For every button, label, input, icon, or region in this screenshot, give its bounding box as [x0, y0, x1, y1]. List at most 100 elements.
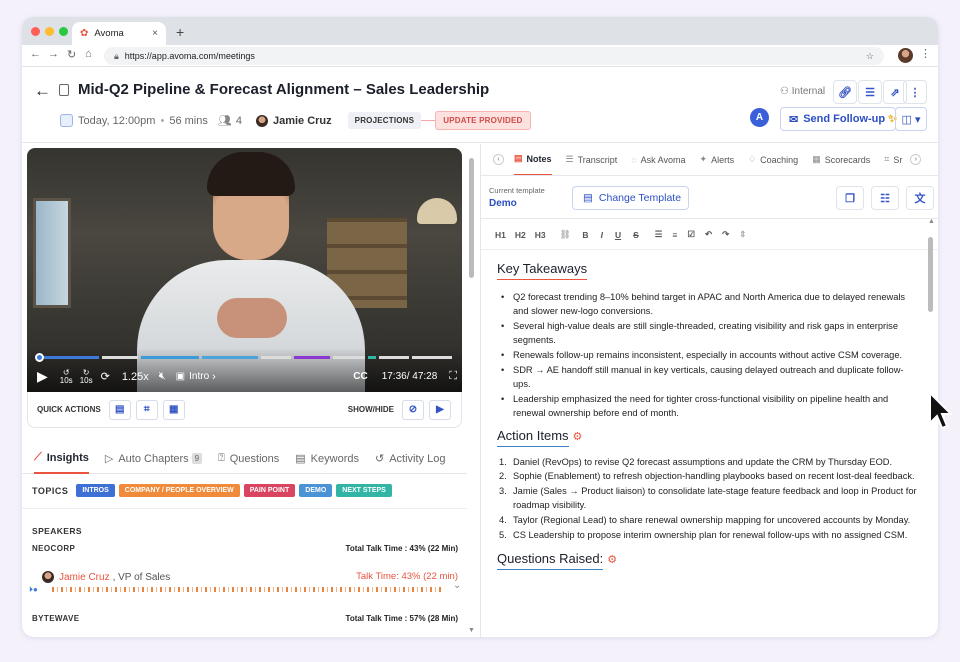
minimize-window-button[interactable] — [45, 27, 54, 36]
address-bar[interactable]: 🔒︎ https://app.avoma.com/meetings ☆ — [104, 47, 884, 65]
italic-icon[interactable]: I — [601, 230, 603, 240]
key-takeaways-list: Q2 forecast trending 8–10% behind target… — [497, 290, 917, 421]
tab-alerts[interactable]: ✦ Alerts — [700, 144, 735, 175]
tab-keywords[interactable]: ▤ Keywords — [295, 444, 359, 474]
browser-tab[interactable]: ✿ Avoma × — [72, 22, 166, 45]
scroll-up-icon[interactable]: ▲ — [928, 218, 935, 225]
tab-activity-log[interactable]: ↺ Activity Log — [375, 444, 445, 474]
speakers-heading: SPEAKERS — [32, 526, 82, 536]
user-avatar[interactable]: A — [750, 108, 769, 127]
skip-forward-button[interactable]: ↻ 10s — [80, 368, 93, 385]
status-chip[interactable]: UPDATE PROVIDED — [435, 111, 531, 130]
chapter-icon: ▣ — [175, 371, 186, 382]
topic-chip[interactable]: NEXT STEPS — [336, 484, 392, 497]
add-note-button[interactable]: ▦ — [162, 399, 185, 420]
skip-back-button[interactable]: ↺ 10s — [60, 368, 73, 385]
notes-scrollbar[interactable] — [928, 237, 933, 312]
tab-ask-avoma[interactable]: ◌ Ask Avoma — [631, 144, 685, 175]
tab-insights[interactable]: ⟋ Insights — [34, 444, 89, 474]
link-icon[interactable]: ⛓ — [560, 229, 571, 240]
scroll-left-icon[interactable]: ‹ — [493, 154, 504, 165]
expand-icon[interactable]: ⇕ — [739, 229, 746, 240]
undo-icon[interactable]: ↶ — [705, 229, 712, 240]
transcript-icon: ☰ — [565, 154, 574, 164]
change-template-button[interactable]: ▤ Change Template — [572, 186, 689, 210]
copy-notes-button[interactable]: ❐ — [836, 186, 864, 210]
hide-transcript-button[interactable]: ⊘ — [402, 399, 424, 420]
comment-button[interactable]: ▤ — [108, 399, 131, 420]
topic-chip[interactable]: PAIN POINT — [243, 484, 296, 497]
more-options-button[interactable]: ⋮ — [903, 80, 927, 104]
hubspot-icon[interactable]: ⚙︎ — [573, 431, 583, 443]
send-followup-button[interactable]: ✉ Send Follow-up ✨︎ — [780, 107, 897, 131]
scroll-right-icon[interactable]: › — [910, 154, 922, 165]
list-item: SDR → AE handoff still manual in key ver… — [497, 363, 917, 392]
bookmark-star-icon[interactable]: ☆ — [866, 51, 874, 62]
reload-icon[interactable]: ↻ — [67, 48, 76, 61]
list-item: 5. CS Leadership to propose interim owner… — [499, 529, 908, 540]
video-player[interactable]: ▶ ↺ 10s ↻ 10s ⟳ 1.25x 🔇︎ ▣ Intro › CC 17:3… — [27, 148, 462, 392]
scrub-handle[interactable] — [35, 353, 44, 362]
tab-scorecards[interactable]: ▦ Scorecards — [812, 144, 870, 175]
notes-content[interactable]: Key Takeaways Q2 forecast trending 8–10%… — [497, 256, 917, 580]
bold-icon[interactable]: B — [582, 230, 588, 240]
heading3-button[interactable]: H3 — [535, 230, 546, 240]
close-tab-icon[interactable]: × — [152, 28, 158, 39]
tab-transcript[interactable]: ☰ Transcript — [565, 144, 618, 175]
topic-chip[interactable]: DEMO — [299, 484, 333, 497]
play-icon[interactable]: ▶ — [37, 368, 48, 385]
forward-nav-icon[interactable]: → — [48, 48, 59, 60]
tab-questions[interactable]: ⍰ Questions — [218, 444, 279, 474]
translate-button[interactable]: 文 — [906, 186, 934, 210]
close-window-button[interactable] — [31, 27, 40, 36]
redo-icon[interactable]: ↷ — [722, 229, 729, 240]
video-progress-bar[interactable] — [39, 356, 453, 359]
browser-menu-icon[interactable]: ⋮ — [920, 47, 931, 60]
scorecard-icon: ▦ — [812, 154, 821, 164]
back-nav-icon[interactable]: ← — [30, 48, 41, 60]
chapter-label[interactable]: Intro — [189, 371, 209, 382]
expand-chevron-icon[interactable]: ⌄ — [453, 580, 461, 591]
stage-chip[interactable]: PROJECTIONS — [347, 112, 422, 129]
video-toggle-button[interactable]: ▶ — [429, 399, 451, 420]
bullet-list-icon[interactable]: ≡ — [672, 230, 677, 240]
attendee-count[interactable]: 4 — [236, 115, 242, 127]
strikethrough-icon[interactable]: S — [633, 230, 639, 240]
topic-chip[interactable]: COMPANY / PEOPLE OVERVIEW — [118, 484, 240, 497]
speaker-row[interactable]: Jamie Cruz , VP of Sales — [42, 571, 170, 583]
tab-notes[interactable]: ▤ Notes — [514, 144, 552, 175]
list-item: Q2 forecast trending 8–10% behind target… — [497, 290, 917, 319]
speed-label[interactable]: 1.25x — [122, 371, 149, 383]
show-hide-label: SHOW/HIDE — [347, 405, 394, 414]
ordered-list-icon[interactable]: ☰ — [655, 229, 663, 240]
speaker-talk-track[interactable] — [52, 587, 444, 592]
insights-button[interactable]: ☰ — [858, 80, 882, 104]
mute-icon[interactable]: 🔇︎ — [159, 370, 166, 383]
tab-snippets[interactable]: ⌗ Sr — [884, 144, 902, 175]
tab-auto-chapters[interactable]: ▷ Auto Chapters 9 — [105, 444, 203, 474]
play-speaker-icon[interactable]: ⏵● — [29, 585, 38, 595]
hubspot-icon[interactable]: ⚙︎ — [607, 554, 617, 566]
copy-link-button[interactable]: 🔗︎ — [833, 80, 857, 104]
clip-button[interactable]: ⌗ — [135, 399, 158, 420]
checklist-icon[interactable]: ☑ — [687, 229, 695, 240]
heading1-button[interactable]: H1 — [495, 230, 506, 240]
profile-avatar[interactable] — [898, 48, 913, 63]
fullscreen-icon[interactable]: ⛶ — [449, 370, 457, 383]
tab-coaching[interactable]: ♢ Coaching — [748, 144, 798, 175]
visibility-indicator[interactable]: ⚇ Internal — [780, 86, 825, 97]
underline-icon[interactable]: U — [615, 230, 621, 240]
captions-button[interactable]: CC — [353, 371, 367, 382]
layout-toggle-button[interactable]: ◫ ▾ — [895, 107, 927, 131]
home-icon[interactable]: ⌂ — [85, 48, 92, 60]
maximize-window-button[interactable] — [59, 27, 68, 36]
topic-chip[interactable]: INTROS — [76, 484, 115, 497]
chat-icon: ◌ — [631, 154, 637, 165]
notes-settings-button[interactable]: ☷ — [871, 186, 899, 210]
heading2-button[interactable]: H2 — [515, 230, 526, 240]
new-tab-button[interactable]: + — [176, 24, 184, 40]
loop-icon[interactable]: ⟳ — [101, 370, 110, 383]
left-scrollbar[interactable]: ▼ — [468, 148, 476, 634]
back-arrow-icon[interactable]: ← — [34, 81, 51, 101]
tab-keywords-label: Keywords — [310, 452, 359, 465]
